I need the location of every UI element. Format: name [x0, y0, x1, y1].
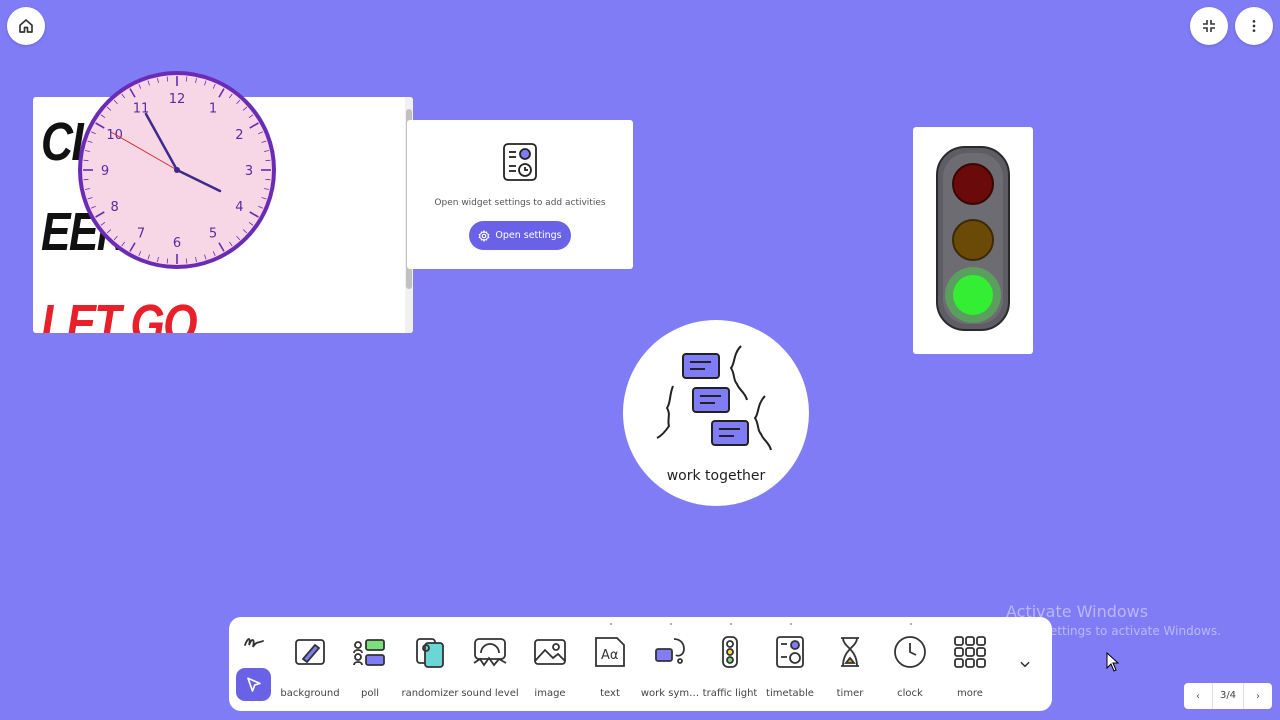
green-light [953, 275, 993, 315]
home-icon [19, 19, 33, 33]
tool-label: timetable [766, 688, 814, 699]
work-symbol-widget[interactable]: work together [623, 320, 809, 506]
watermark-title: Activate Windows [1006, 602, 1149, 621]
tool-label: image [534, 688, 566, 699]
clock-tick [265, 178, 271, 181]
clock-number: 10 [106, 128, 123, 143]
sound-level-icon [473, 638, 507, 667]
tool-label: work sym… [640, 688, 700, 699]
clock-face: 121234567891011 [78, 71, 276, 269]
open-settings-button[interactable]: Open settings [469, 221, 571, 250]
background-icon [295, 639, 325, 665]
clock-tick [83, 178, 89, 181]
page-navigator: ‹ 3/4 › [1184, 683, 1272, 709]
text-line-3: LET GO [41, 294, 198, 333]
exit-fullscreen-icon [1203, 20, 1215, 32]
tool-timetable[interactable]: timetable [758, 635, 822, 705]
exit-fullscreen-button[interactable] [1190, 7, 1228, 45]
previous-page-button[interactable]: ‹ [1184, 691, 1212, 702]
tool-traffic-light[interactable]: traffic light [698, 635, 762, 705]
tool-label: randomizer [401, 688, 459, 699]
poll-icon [353, 639, 385, 666]
widget-toolbar: background poll randomizer sound level i… [229, 617, 1052, 711]
tool-label: clock [897, 688, 923, 699]
clock-tick [185, 76, 188, 82]
clock-number: 3 [245, 164, 253, 179]
home-button[interactable] [7, 7, 45, 45]
clock-number: 8 [111, 200, 119, 215]
clock-tick [83, 159, 89, 162]
select-tool-button[interactable] [236, 668, 271, 701]
traffic-light-icon [722, 636, 738, 668]
clock-number: 4 [235, 200, 243, 215]
work-together-icon [656, 345, 772, 451]
hourglass-icon [841, 637, 859, 667]
traffic-light [936, 146, 1010, 331]
clock-tick [166, 258, 169, 264]
clock-number: 5 [209, 226, 217, 241]
tool-background[interactable]: background [278, 635, 342, 705]
tool-timer[interactable]: timer [818, 635, 882, 705]
clock-tick [185, 258, 188, 264]
tool-label: timer [836, 688, 864, 699]
cursor-icon [246, 676, 261, 692]
clock-number: 12 [169, 92, 186, 107]
timetable-icon [503, 143, 537, 181]
text-icon: Aα [595, 637, 625, 667]
clock-number: 9 [101, 164, 109, 179]
more-options-button[interactable] [1235, 7, 1273, 45]
clock-tick [166, 76, 169, 82]
svg-text:Aα: Aα [601, 648, 618, 663]
tool-label: more [957, 688, 983, 699]
gear-icon [478, 229, 490, 242]
tool-label: poll [360, 688, 380, 699]
randomizer-icon [416, 638, 444, 668]
clock-number: 2 [235, 128, 243, 143]
tool-label: traffic light [702, 688, 758, 699]
tool-sound-level[interactable]: sound level [458, 635, 522, 705]
draw-icon[interactable] [243, 633, 265, 653]
red-light [952, 163, 994, 205]
tool-label: background [280, 688, 340, 699]
timetable-empty-message: Open widget settings to add activities [434, 198, 606, 208]
timetable-icon [776, 636, 804, 668]
work-symbols-icon [655, 638, 685, 664]
open-settings-label: Open settings [495, 230, 562, 241]
chevron-down-icon[interactable] [1018, 657, 1032, 671]
clock-number: 7 [137, 226, 145, 241]
grid-icon [954, 636, 986, 668]
tool-label: text [600, 688, 620, 699]
image-icon [534, 639, 566, 665]
tool-clock[interactable]: clock [878, 635, 942, 705]
tool-image[interactable]: image [518, 635, 582, 705]
more-vertical-icon [1252, 20, 1256, 32]
mouse-cursor-icon [1106, 652, 1120, 672]
work-together-label: work together [666, 468, 766, 484]
tool-text[interactable]: Aα text [578, 635, 642, 705]
next-page-button[interactable]: › [1244, 691, 1272, 702]
yellow-light [952, 219, 994, 261]
tool-label: sound level [461, 688, 519, 699]
clock-tick [265, 159, 271, 162]
tool-more[interactable]: more [938, 635, 1002, 705]
tool-work-symbols[interactable]: work sym… [638, 635, 702, 705]
activate-windows-watermark: Activate Windows Go to Settings to activ… [1006, 602, 1221, 638]
clock-icon [894, 636, 926, 668]
page-indicator: 3/4 [1212, 683, 1244, 709]
clock-widget[interactable]: 12 1 2 3 4 5 6 7 8 9 10 11 [77, 70, 277, 270]
clock-number: 6 [173, 236, 181, 251]
tool-poll[interactable]: poll [338, 635, 402, 705]
clock-number: 1 [209, 102, 217, 117]
traffic-light-widget[interactable] [913, 127, 1033, 354]
tool-randomizer[interactable]: randomizer [398, 635, 462, 705]
timetable-widget[interactable]: Open widget settings to add activities O… [407, 120, 633, 269]
watermark-subtitle: Go to Settings to activate Windows. [1006, 624, 1221, 638]
